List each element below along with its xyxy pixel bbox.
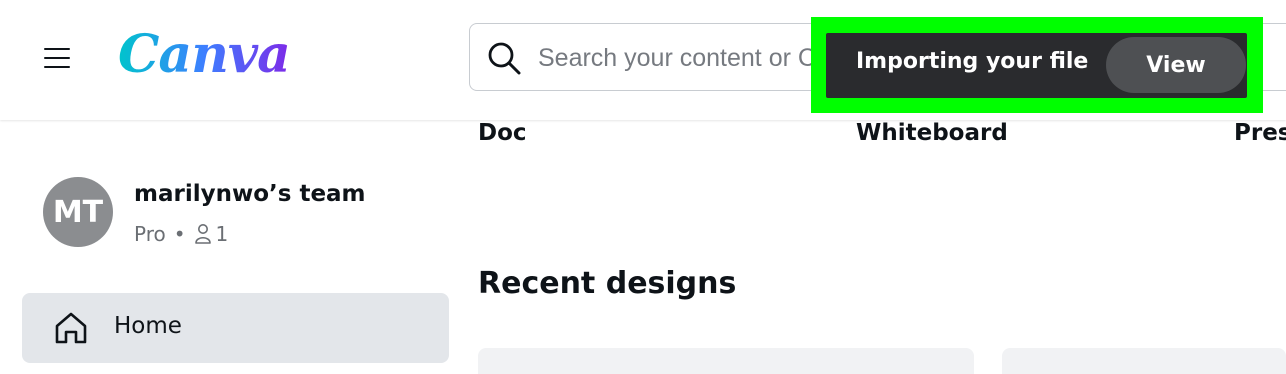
- menu-icon[interactable]: [43, 44, 71, 72]
- canva-home-page: Canva Importing your file View Doc White…: [0, 0, 1286, 374]
- import-toast: Importing your file View: [826, 33, 1247, 98]
- team-avatar[interactable]: MT: [43, 177, 113, 247]
- canva-logo[interactable]: Canva: [118, 20, 291, 90]
- team-name[interactable]: marilynwo’s team: [134, 181, 366, 207]
- team-meta: Pro • 1: [134, 220, 228, 248]
- team-member-count: 1: [215, 222, 229, 246]
- toast-message: Importing your file: [856, 49, 1089, 74]
- recent-design-card[interactable]: [478, 348, 974, 374]
- sidebar-item-home[interactable]: Home: [22, 293, 449, 363]
- design-type-doc[interactable]: Doc: [478, 120, 527, 146]
- search-icon: [488, 42, 521, 75]
- recent-design-card[interactable]: [1002, 348, 1286, 374]
- design-type-whiteboard[interactable]: Whiteboard: [856, 120, 1008, 146]
- sidebar-item-label: Home: [114, 313, 182, 339]
- person-icon: [194, 224, 211, 244]
- view-button[interactable]: View: [1106, 37, 1246, 93]
- meta-separator: •: [173, 222, 186, 246]
- recent-designs-title: Recent designs: [478, 266, 737, 301]
- team-plan: Pro: [134, 222, 166, 246]
- home-icon: [55, 312, 87, 344]
- search-input[interactable]: [538, 38, 828, 78]
- design-type-presentation[interactable]: Pres: [1234, 120, 1286, 146]
